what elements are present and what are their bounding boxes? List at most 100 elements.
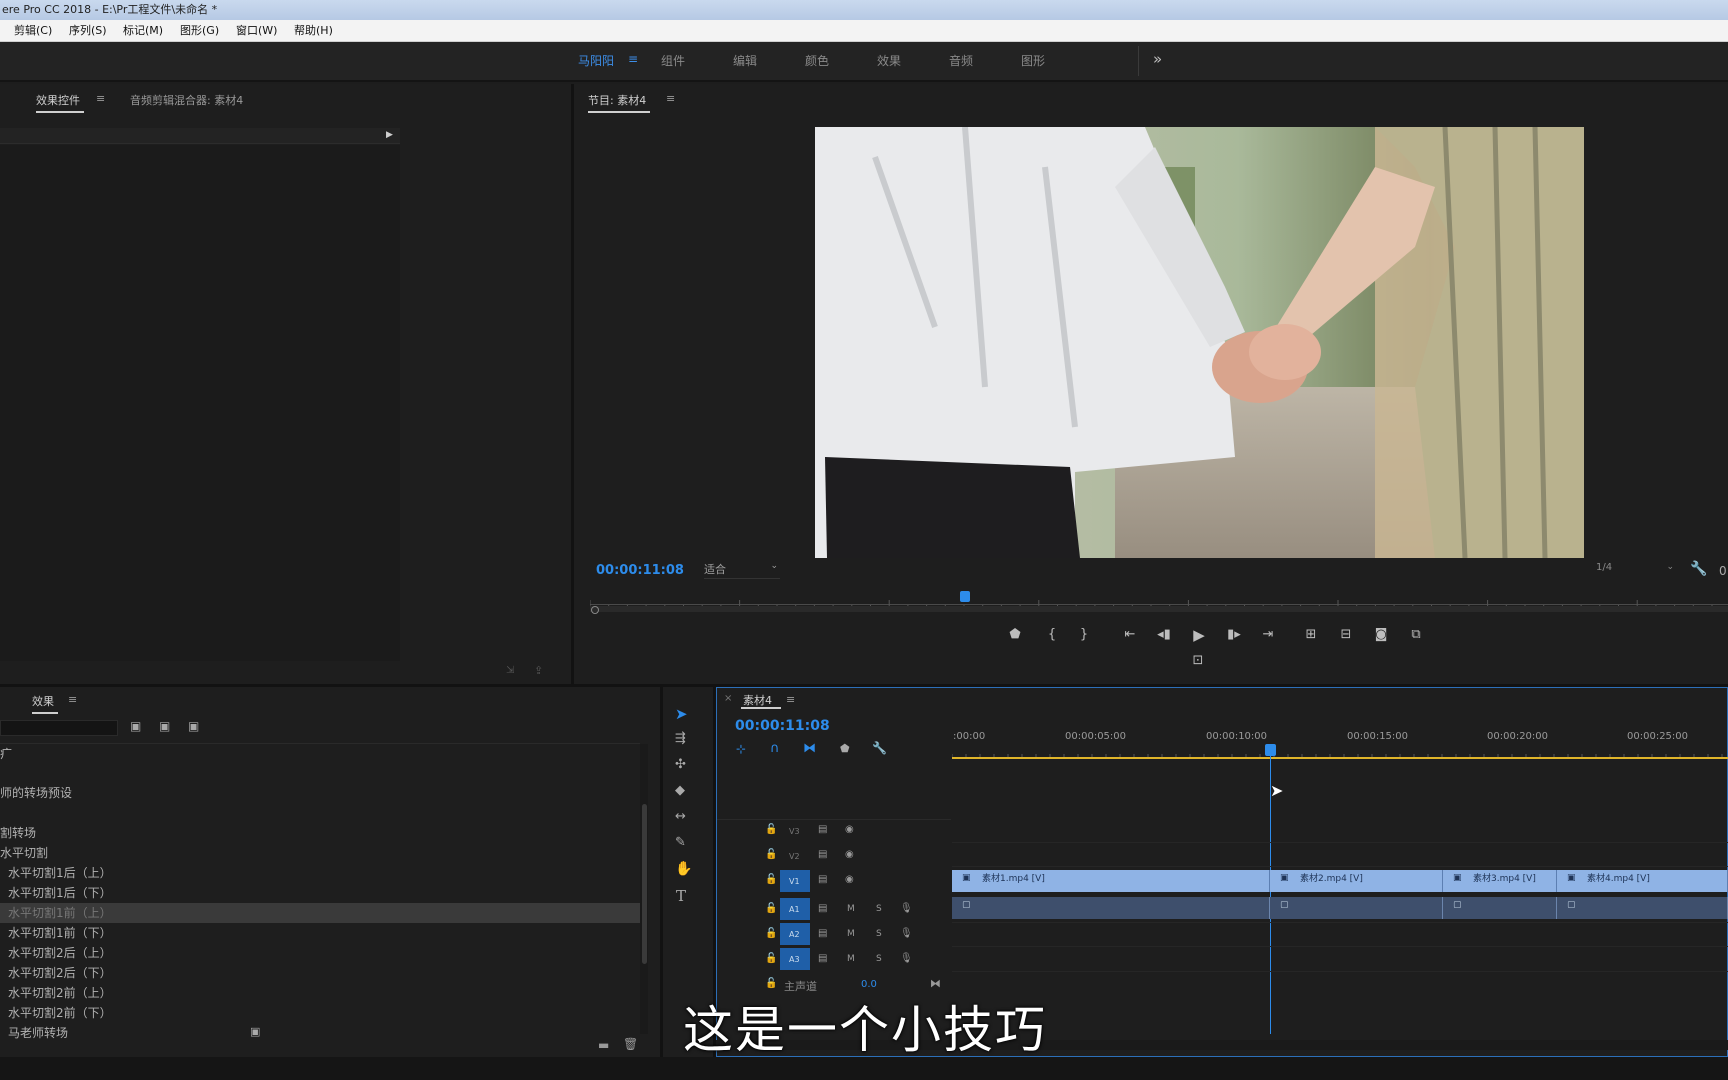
wrench-icon[interactable]: 🔧	[1690, 561, 1707, 577]
menu-window[interactable]: 窗口(W)	[236, 20, 277, 42]
menu-clip[interactable]: 剪辑(C)	[14, 20, 52, 42]
hamburger-icon[interactable]: ≡	[786, 693, 795, 706]
lock-icon[interactable]: 🔓	[765, 874, 777, 885]
export-icon[interactable]: ⇲	[506, 665, 514, 676]
wrench-icon[interactable]: 🔧	[872, 741, 887, 755]
step-forward-icon[interactable]: ▮▸	[1223, 625, 1245, 645]
list-item[interactable]: 师的转场预设	[0, 783, 640, 803]
tab-effects[interactable]: 效果	[32, 693, 58, 714]
lock-icon[interactable]: 🔓	[765, 953, 777, 964]
pen-tool-icon[interactable]: ✎	[675, 835, 686, 850]
list-item[interactable]	[0, 803, 640, 823]
audio-clip[interactable]	[952, 897, 1270, 919]
list-item[interactable]: 水平切割2前（上）	[0, 983, 640, 1003]
timeline-playhead[interactable]	[1265, 744, 1276, 756]
mute-button[interactable]: M	[847, 904, 855, 914]
workspace-tab-assembly[interactable]: 组件	[661, 52, 685, 69]
playback-resolution-select[interactable]: 1/4 ⌄	[1596, 562, 1676, 580]
add-marker-icon[interactable]: ⬟	[840, 742, 850, 755]
lock-icon[interactable]: 🔓	[765, 928, 777, 939]
list-item[interactable]	[0, 764, 640, 784]
slip-tool-icon[interactable]: ↔	[675, 809, 686, 824]
list-item[interactable]: 马老师转场	[0, 1023, 640, 1043]
zoom-fit-select[interactable]: 适合 ⌄	[704, 561, 780, 579]
list-item[interactable]: 水平切割2前（下）	[0, 1003, 640, 1023]
list-item[interactable]: 水平切割2后（上）	[0, 943, 640, 963]
monitor-playhead[interactable]	[960, 591, 970, 602]
monitor-time-ruler[interactable]	[589, 595, 1728, 610]
ripple-edit-tool-icon[interactable]: ✣	[675, 757, 686, 772]
eye-icon[interactable]: ◉	[845, 824, 854, 835]
menu-graphics[interactable]: 图形(G)	[180, 20, 219, 42]
track-label[interactable]: V2	[789, 852, 800, 861]
sync-lock-icon[interactable]: ▤	[818, 903, 827, 914]
sync-lock-icon[interactable]: ▤	[818, 953, 827, 964]
solo-button[interactable]: S	[876, 929, 882, 939]
list-item[interactable]: 水平切割	[0, 843, 640, 863]
list-item[interactable]: 水平切割2后（下）	[0, 963, 640, 983]
track-label[interactable]: A1	[789, 905, 800, 914]
type-tool-icon[interactable]: T	[676, 887, 686, 905]
mute-button[interactable]: M	[847, 929, 855, 939]
list-item[interactable]: 水平切割1后（上）	[0, 863, 640, 883]
comparison-view-icon[interactable]: ⧉	[1405, 625, 1427, 645]
menu-marker[interactable]: 标记(M)	[123, 20, 163, 42]
lock-icon[interactable]: 🔓	[765, 849, 777, 860]
razor-tool-icon[interactable]: ◆	[675, 783, 685, 798]
list-item[interactable]: 水平切割1后（下）	[0, 883, 640, 903]
workspace-tab-effects[interactable]: 效果	[877, 52, 901, 69]
timeline-timecode[interactable]: 00:00:11:08	[735, 718, 830, 734]
microphone-icon[interactable]: 🎙	[900, 953, 913, 964]
workspace-tab-color[interactable]: 颜色	[805, 52, 829, 69]
tab-effect-controls[interactable]: 效果控件	[36, 92, 84, 113]
list-item[interactable]: 疒	[0, 744, 640, 764]
hamburger-icon[interactable]: ≡	[96, 92, 105, 105]
list-item[interactable]: 水平切割1前（下）	[0, 923, 640, 943]
yuv-effects-icon[interactable]: ▣	[188, 719, 199, 733]
menu-help[interactable]: 帮助(H)	[294, 20, 333, 42]
play-icon[interactable]: ▶	[1188, 625, 1210, 645]
sequence-tab[interactable]: 素材4	[743, 692, 772, 708]
mark-out-icon[interactable]: }	[1073, 625, 1095, 645]
microphone-icon[interactable]: 🎙	[900, 903, 913, 914]
32bit-effects-icon[interactable]: ▣	[159, 719, 170, 733]
selection-tool-icon[interactable]: ➤	[675, 705, 688, 723]
go-to-in-icon[interactable]: ⇤	[1119, 625, 1141, 645]
list-item[interactable]: 割转场	[0, 823, 640, 843]
snap-magnet-icon[interactable]: ∩	[770, 741, 780, 756]
eye-icon[interactable]: ◉	[845, 874, 854, 885]
workspace-tab-custom[interactable]: 马阳阳	[578, 52, 614, 69]
lock-icon[interactable]: 🔓	[765, 903, 777, 914]
audio-clip[interactable]	[1557, 897, 1728, 919]
play-triangle-icon[interactable]: ▶	[386, 130, 393, 140]
effects-search-input[interactable]	[0, 720, 118, 736]
list-item-selected[interactable]: 水平切割1前（上）	[0, 903, 640, 923]
scroll-thumb[interactable]	[642, 804, 647, 964]
video-clip[interactable]: 素材2.mp4 [V]	[1270, 870, 1443, 892]
hamburger-icon[interactable]: ≡	[628, 52, 638, 66]
effects-scrollbar[interactable]	[640, 744, 648, 1034]
close-icon[interactable]: ×	[724, 693, 732, 704]
hand-tool-icon[interactable]: ✋	[675, 861, 692, 877]
sync-lock-icon[interactable]: ▤	[818, 824, 827, 835]
mute-button[interactable]: M	[847, 954, 855, 964]
video-clip[interactable]: 素材4.mp4 [V]	[1557, 870, 1728, 892]
workspace-tab-graphics[interactable]: 图形	[1021, 52, 1045, 69]
microphone-icon[interactable]: 🎙	[900, 928, 913, 939]
tab-audio-clip-mixer[interactable]: 音频剪辑混合器: 素材4	[130, 92, 243, 108]
button-editor-icon[interactable]: ⊡	[1187, 651, 1209, 671]
export-frame-camera-icon[interactable]: ◙	[1370, 625, 1392, 645]
accelerated-effects-icon[interactable]: ▣	[130, 719, 141, 733]
timeline-ruler[interactable]	[951, 743, 1728, 758]
track-label[interactable]: A2	[789, 930, 800, 939]
hamburger-icon[interactable]: ≡	[68, 693, 77, 706]
work-area-bar[interactable]	[952, 757, 1728, 759]
monitor-scroll-bar[interactable]	[590, 606, 1728, 612]
go-to-out-icon[interactable]: ⇥	[1257, 625, 1279, 645]
master-volume-value[interactable]: 0.0	[861, 979, 877, 990]
solo-button[interactable]: S	[876, 904, 882, 914]
nest-toggle-icon[interactable]: ⊹	[736, 742, 746, 756]
track-label[interactable]: V1	[789, 877, 800, 886]
track-label[interactable]: V3	[789, 827, 800, 836]
extract-icon[interactable]: ⊟	[1335, 625, 1357, 645]
